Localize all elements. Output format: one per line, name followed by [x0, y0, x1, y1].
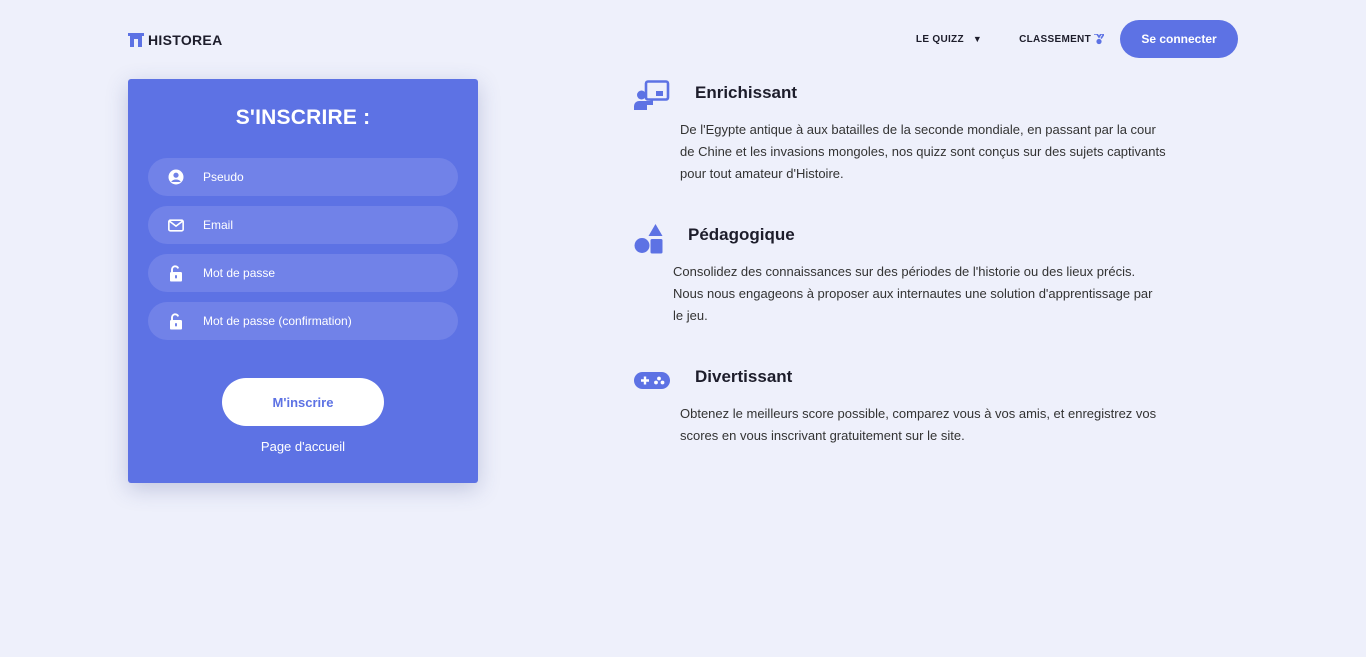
- user-circle-icon: [168, 169, 184, 185]
- email-field[interactable]: [148, 206, 458, 244]
- password-field[interactable]: [148, 254, 458, 292]
- nav-quiz-dropdown[interactable]: LE QUIZZ ▼: [916, 34, 982, 45]
- pseudo-field[interactable]: [148, 158, 458, 196]
- arch-logo-icon: [128, 33, 144, 47]
- feature-title: Pédagogique: [688, 225, 795, 244]
- register-card: S'INSCRIRE : Pseudo Email M'inscrire Pag…: [128, 79, 478, 483]
- brand-logo[interactable]: HISTOREA: [128, 32, 223, 48]
- top-nav: LE QUIZZ ▼ CLASSEMENT Se connecter: [916, 20, 1238, 58]
- password-confirm-field[interactable]: [148, 302, 458, 340]
- login-button[interactable]: Se connecter: [1120, 20, 1238, 58]
- teacher-board-icon: [634, 80, 670, 110]
- home-page-link[interactable]: Page d'accueil: [128, 439, 478, 454]
- unlock-icon: [168, 312, 184, 329]
- feature-description: Obtenez le meilleurs score possible, com…: [680, 406, 1157, 443]
- feature-title: Enrichissant: [695, 83, 798, 102]
- nav-quiz-label: LE QUIZZ: [915, 33, 964, 45]
- register-title: S'INSCRIRE :: [235, 106, 371, 129]
- unlock-icon: [168, 264, 184, 281]
- nav-ranking-link[interactable]: CLASSEMENT: [1019, 33, 1104, 45]
- password-input[interactable]: [203, 266, 443, 280]
- page: HISTOREA LE QUIZZ ▼ CLASSEMENT Se connec…: [0, 0, 1366, 657]
- feature-description: De l'Egypte antique à aux batailles de l…: [680, 122, 1166, 181]
- pseudo-input[interactable]: [203, 170, 443, 184]
- medal-icon: [1094, 33, 1104, 44]
- register-button[interactable]: M'inscrire: [222, 378, 384, 426]
- nav-ranking-label: CLASSEMENT: [1019, 33, 1091, 45]
- feature-title: Divertissant: [695, 367, 793, 386]
- envelope-icon: [168, 217, 184, 233]
- shapes-icon: [634, 224, 663, 254]
- caret-down-icon: ▼: [972, 34, 983, 44]
- feature-description: Consolidez des connaissances sur des pér…: [673, 264, 1153, 323]
- password-confirm-input[interactable]: [203, 314, 443, 328]
- brand-name: HISTOREA: [148, 32, 223, 48]
- email-input[interactable]: [203, 218, 443, 232]
- gamepad-icon: [634, 372, 670, 389]
